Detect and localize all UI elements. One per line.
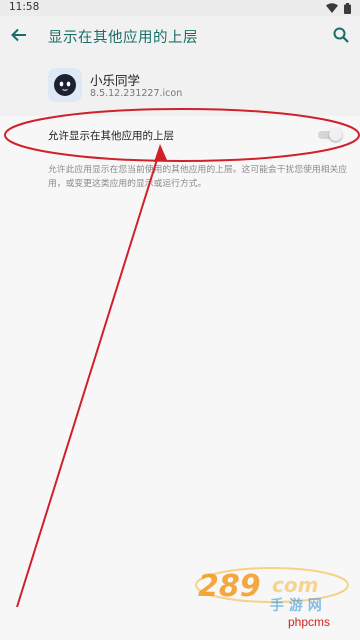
search-icon[interactable] xyxy=(332,26,350,44)
watermark-site-text: phpcms xyxy=(287,615,330,629)
app-name: 小乐同学 xyxy=(90,73,141,88)
app-header: 小乐同学 8.5.12.231227.icon xyxy=(0,60,360,116)
page-title: 显示在其他应用的上层 xyxy=(48,30,198,46)
arrow-left-icon[interactable] xyxy=(10,26,28,44)
app-bar: 显示在其他应用的上层 xyxy=(0,16,360,60)
wifi-icon xyxy=(326,3,338,13)
app-icon xyxy=(48,68,82,102)
status-bar: 11:58 xyxy=(0,0,360,16)
watermark-logo: 289 com 手 游 网 xyxy=(195,567,349,612)
svg-text:289: 289 xyxy=(198,569,261,604)
status-icons xyxy=(326,2,351,14)
permission-toggle-label: 允许显示在其他应用的上层 xyxy=(48,130,174,142)
permission-switch[interactable] xyxy=(318,128,342,142)
battery-icon xyxy=(344,2,351,14)
status-time: 11:58 xyxy=(9,1,40,13)
svg-text:com: com xyxy=(272,573,318,597)
annotation-arrow-line xyxy=(16,149,161,608)
robot-face-icon xyxy=(48,68,82,102)
switch-thumb xyxy=(329,128,342,141)
app-version: 8.5.12.231227.icon xyxy=(90,88,183,99)
svg-text:手 游 网: 手 游 网 xyxy=(270,597,322,612)
permission-toggle-row[interactable]: 允许显示在其他应用的上层 xyxy=(0,116,360,156)
permission-description: 允许此应用显示在您当前使用的其他应用的上层。这可能会干扰您使用相关应用，或变更这… xyxy=(48,165,348,189)
